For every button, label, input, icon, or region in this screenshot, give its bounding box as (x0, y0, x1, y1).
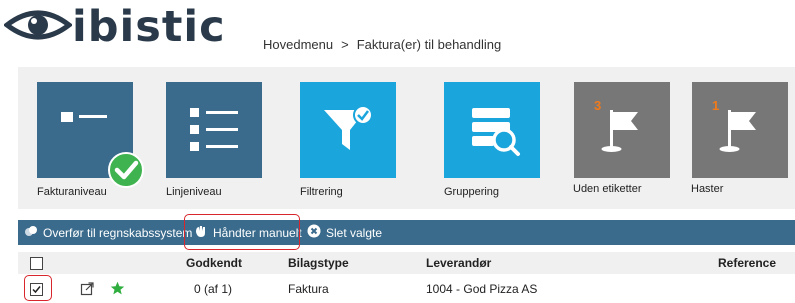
tile-label: Fakturaniveau (37, 186, 107, 198)
transfer-icon (24, 224, 38, 241)
cell-approved: 0 (af 1) (194, 282, 233, 296)
breadcrumb-current: Faktura(er) til behandling (356, 37, 502, 52)
ibistic-logo[interactable]: ibistic (2, 1, 226, 52)
cell-supplier: 1004 - God Pizza AS (426, 282, 538, 296)
open-external-icon[interactable] (80, 281, 95, 299)
action-toolbar: Overfør til regnskabssystem Håndter manu… (18, 220, 795, 245)
tile-fakturaniveau[interactable] (37, 82, 144, 188)
tile-gruppering[interactable] (444, 82, 540, 178)
table-row[interactable]: 0 (af 1) Faktura 1004 - God Pizza AS (18, 278, 795, 300)
delete-selected-label: Slet valgte (326, 225, 383, 240)
col-supplier[interactable]: Leverandør (426, 256, 491, 270)
tile-label: Haster (691, 183, 724, 195)
tile-label: Gruppering (444, 186, 500, 198)
table-header: Godkendt Bilagstype Leverandør Reference (18, 252, 795, 274)
tile-uden-etiketter[interactable]: 3 (574, 82, 670, 178)
transfer-label: Overfør til regnskabssystem (43, 225, 193, 240)
select-all-checkbox[interactable] (30, 257, 43, 270)
check-circle-icon (107, 151, 145, 194)
highlight-circle (24, 275, 52, 301)
brand-name: ibistic (72, 1, 226, 52)
cell-doc-type: Faktura (288, 282, 329, 296)
tile-linjeniveau[interactable] (166, 82, 262, 178)
tile-label: Filtrering (300, 186, 343, 198)
tile-haster[interactable]: 1 (692, 82, 788, 178)
col-reference[interactable]: Reference (718, 256, 776, 270)
delete-icon (307, 224, 321, 241)
highlight-box (184, 214, 300, 250)
tile-label: Uden etiketter (573, 183, 642, 195)
transfer-button[interactable]: Overfør til regnskabssystem (24, 220, 192, 245)
tile-label: Linjeniveau (166, 186, 222, 198)
delete-selected-button[interactable]: Slet valgte (307, 220, 382, 245)
breadcrumb-separator: > (341, 37, 349, 52)
favorite-star-icon[interactable] (110, 281, 125, 299)
view-tiles-panel: Fakturaniveau Linjeniveau Filtrering Gru… (18, 67, 795, 209)
breadcrumb-home[interactable]: Hovedmenu (263, 37, 333, 52)
col-approved[interactable]: Godkendt (186, 256, 242, 270)
breadcrumb: Hovedmenu > Faktura(er) til behandling (263, 37, 501, 52)
eye-icon (2, 5, 74, 50)
col-doc-type[interactable]: Bilagstype (288, 256, 349, 270)
tile-filtrering[interactable] (300, 82, 396, 178)
